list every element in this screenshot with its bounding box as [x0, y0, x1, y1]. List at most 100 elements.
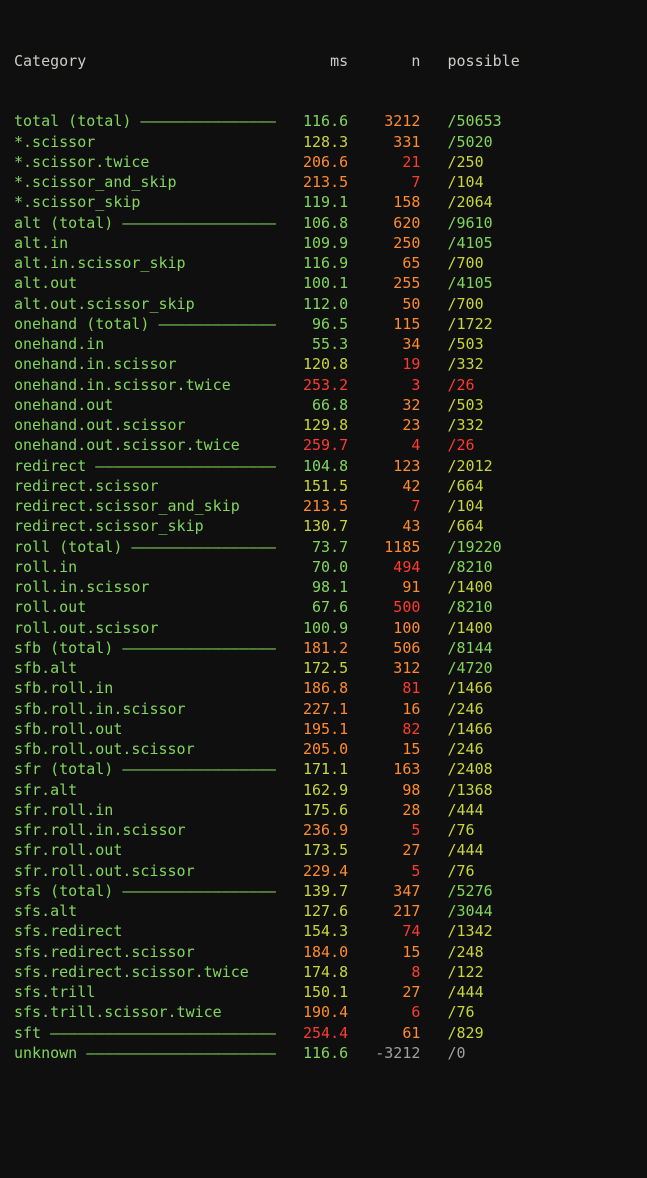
cell-category: sfb.roll.in.scissor [14, 700, 276, 718]
cell-possible: /503 [448, 396, 484, 414]
cell-ms: 98.1 [276, 578, 348, 596]
table-row: sfs.trill.scissor.twice 190.4 6 /76 [14, 1002, 633, 1022]
cell-category: sfs.trill.scissor.twice [14, 1003, 276, 1021]
cell-ms: 171.1 [276, 760, 348, 778]
table-row: onehand.out 66.8 32 /503 [14, 395, 633, 415]
cell-n: 91 [348, 578, 420, 596]
cell-possible: /2012 [448, 457, 493, 475]
cell-possible: /503 [448, 335, 484, 353]
cell-ms: 174.8 [276, 963, 348, 981]
table-row: alt.out.scissor_skip 112.0 50 /700 [14, 294, 633, 314]
cell-n: 34 [348, 335, 420, 353]
cell-ms: 139.7 [276, 882, 348, 900]
cell-n: 43 [348, 517, 420, 535]
cell-category: roll.out [14, 598, 276, 616]
cell-category: onehand.in [14, 335, 276, 353]
cell-possible: /1466 [448, 720, 493, 738]
cell-possible: /444 [448, 983, 484, 1001]
cell-ms: 150.1 [276, 983, 348, 1001]
cell-category: sfb (total) ––––––––––––––––– [14, 639, 276, 657]
cell-n: 347 [348, 882, 420, 900]
cell-ms: 73.7 [276, 538, 348, 556]
cell-category: *.scissor_and_skip [14, 173, 276, 191]
cell-possible: /76 [448, 821, 475, 839]
cell-category: sfs (total) ––––––––––––––––– [14, 882, 276, 900]
cell-category: sfs.trill [14, 983, 276, 1001]
table-row: sfb.roll.in 186.8 81 /1466 [14, 678, 633, 698]
table-row: alt.in.scissor_skip 116.9 65 /700 [14, 253, 633, 273]
cell-n: 27 [348, 983, 420, 1001]
cell-possible: /829 [448, 1024, 484, 1042]
table-row: roll.in.scissor 98.1 91 /1400 [14, 577, 633, 597]
cell-category: onehand.out.scissor [14, 416, 276, 434]
cell-category: sfr.roll.in [14, 801, 276, 819]
cell-possible: /26 [448, 436, 475, 454]
cell-ms: 55.3 [276, 335, 348, 353]
cell-possible: /700 [448, 295, 484, 313]
table-row: onehand (total) ––––––––––––– 96.5 115 /… [14, 314, 633, 334]
cell-n: 19 [348, 355, 420, 373]
table-row: sfr.roll.out.scissor 229.4 5 /76 [14, 861, 633, 881]
cell-ms: 172.5 [276, 659, 348, 677]
cell-possible: /332 [448, 355, 484, 373]
cell-n: 15 [348, 943, 420, 961]
cell-ms: 259.7 [276, 436, 348, 454]
cell-category: *.scissor [14, 133, 276, 151]
cell-n: 82 [348, 720, 420, 738]
cell-n: 98 [348, 781, 420, 799]
cell-possible: /1722 [448, 315, 493, 333]
cell-possible: /26 [448, 376, 475, 394]
table-row: sfr.roll.in.scissor 236.9 5 /76 [14, 820, 633, 840]
cell-ms: 151.5 [276, 477, 348, 495]
table-row: redirect.scissor_and_skip 213.5 7 /104 [14, 496, 633, 516]
cell-n: 8 [348, 963, 420, 981]
cell-n: 100 [348, 619, 420, 637]
table-row: roll.out 67.6 500 /8210 [14, 597, 633, 617]
cell-category: roll.in.scissor [14, 578, 276, 596]
cell-possible: /9610 [448, 214, 493, 232]
cell-n: 158 [348, 193, 420, 211]
cell-n: 3212 [348, 112, 420, 130]
cell-category: alt.out [14, 274, 276, 292]
table-row: onehand.in 55.3 34 /503 [14, 334, 633, 354]
cell-category: sfr.roll.in.scissor [14, 821, 276, 839]
cell-possible: /1342 [448, 922, 493, 940]
cell-possible: /4720 [448, 659, 493, 677]
table-row: redirect.scissor_skip 130.7 43 /664 [14, 516, 633, 536]
cell-possible: /700 [448, 254, 484, 272]
cell-ms: 229.4 [276, 862, 348, 880]
table-row: onehand.in.scissor.twice 253.2 3 /26 [14, 375, 633, 395]
header-gap-2 [348, 52, 411, 70]
table-row: *.scissor_skip 119.1 158 /2064 [14, 192, 633, 212]
table-row: alt.in 109.9 250 /4105 [14, 233, 633, 253]
cell-ms: 213.5 [276, 173, 348, 191]
cell-n: 123 [348, 457, 420, 475]
cell-n: 23 [348, 416, 420, 434]
table-row: onehand.out.scissor 129.8 23 /332 [14, 415, 633, 435]
table-row: sfr.roll.in 175.6 28 /444 [14, 800, 633, 820]
cell-n: 163 [348, 760, 420, 778]
cell-category: roll (total) –––––––––––––––– [14, 538, 276, 556]
cell-category: sfr.roll.out [14, 841, 276, 859]
cell-category: redirect –––––––––––––––––––– [14, 457, 276, 475]
cell-ms: 109.9 [276, 234, 348, 252]
cell-category: redirect.scissor_and_skip [14, 497, 276, 515]
cell-ms: 213.5 [276, 497, 348, 515]
cell-possible: /444 [448, 841, 484, 859]
cell-n: 7 [348, 173, 420, 191]
table-row: redirect –––––––––––––––––––– 104.8 123 … [14, 456, 633, 476]
cell-n: 506 [348, 639, 420, 657]
cell-ms: 181.2 [276, 639, 348, 657]
cell-ms: 186.8 [276, 679, 348, 697]
cell-category: onehand (total) ––––––––––––– [14, 315, 276, 333]
table-row: alt (total) ––––––––––––––––– 106.8 620 … [14, 213, 633, 233]
cell-n: 1185 [348, 538, 420, 556]
cell-n: -3212 [348, 1044, 420, 1062]
stats-table: Category ms n possible total (total) –––… [0, 0, 647, 1097]
cell-ms: 175.6 [276, 801, 348, 819]
header-category: Category [14, 52, 86, 70]
cell-n: 217 [348, 902, 420, 920]
cell-category: alt.in [14, 234, 276, 252]
cell-category: alt.in.scissor_skip [14, 254, 276, 272]
table-body: total (total) ––––––––––––––– 116.6 3212… [14, 111, 633, 1063]
